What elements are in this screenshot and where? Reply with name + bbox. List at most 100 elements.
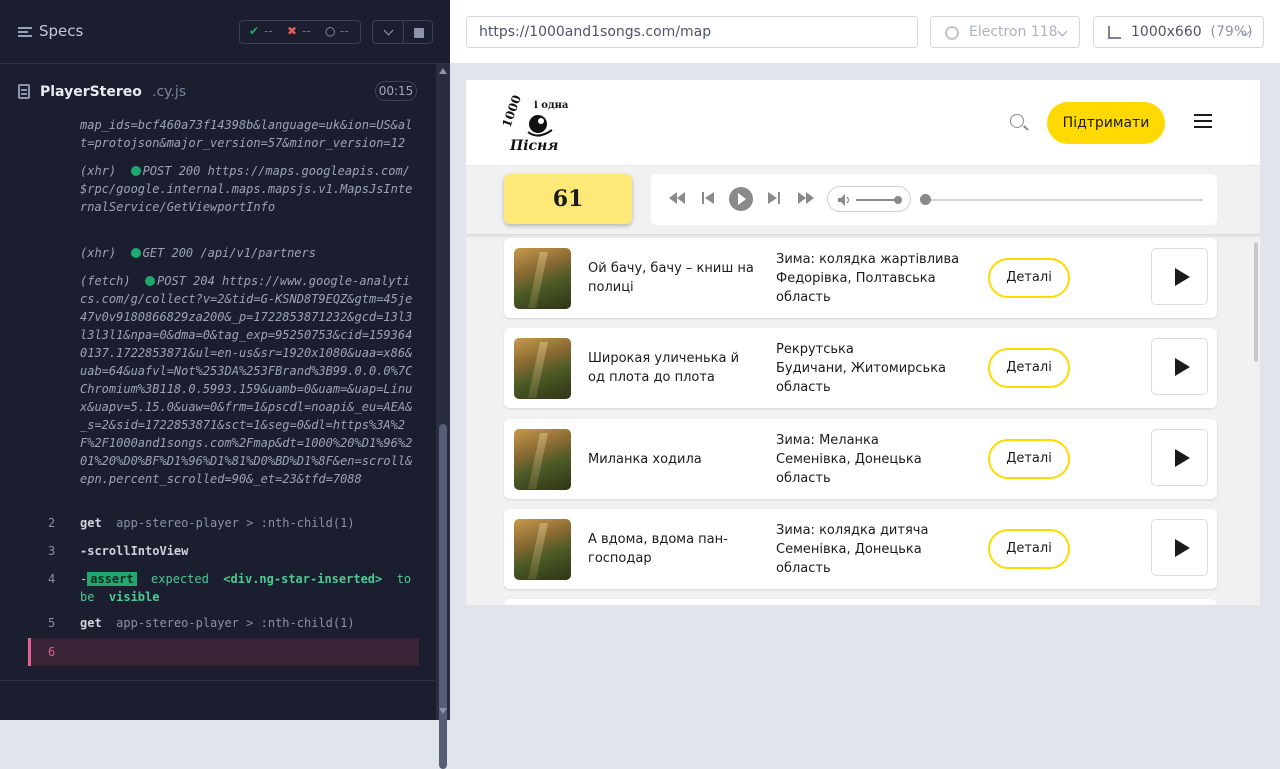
command-text: get app-stereo-player > :nth-child(1)	[80, 614, 355, 632]
details-button[interactable]: Деталі	[988, 529, 1070, 569]
app-scrollbar[interactable]	[1254, 242, 1258, 362]
browser-name: Electron 118	[969, 24, 1058, 40]
runner-panel: Specs ✔ -- ✖ -- ○ -- PlayerStereo .cy.js…	[0, 0, 450, 769]
command-selector: app-stereo-player > :nth-child(1)	[116, 616, 355, 630]
assert-word: be	[80, 590, 95, 604]
log-scrollbar[interactable]	[436, 64, 450, 769]
spec-file-ext: .cy.js	[152, 84, 187, 100]
volume-slider[interactable]	[856, 199, 898, 201]
passed-icon: ✔	[249, 24, 260, 38]
chevron-down-icon	[1057, 26, 1068, 37]
details-button[interactable]: Деталі	[988, 348, 1070, 388]
assert-subject: <div.ng-star-inserted>	[223, 572, 383, 586]
previous-icon[interactable]	[701, 191, 715, 205]
browser-selector[interactable]: Electron 118	[930, 16, 1080, 48]
song-thumbnail	[514, 248, 571, 309]
command-row[interactable]: 2 get app-stereo-player > :nth-child(1)	[0, 510, 435, 536]
details-button[interactable]: Деталі	[988, 258, 1070, 298]
assert-word: to	[396, 572, 412, 586]
menu-icon[interactable]	[1194, 114, 1212, 128]
spec-file-name: PlayerStereo	[40, 84, 142, 100]
song-place: Семенівка, Донецька область	[776, 451, 922, 486]
song-genre: Зима: колядка жартівлива	[776, 251, 960, 267]
specs-title[interactable]: Specs	[39, 22, 83, 40]
aut-toolbar: https://1000and1songs.com/map Electron 1…	[450, 0, 1280, 64]
assert-text: - assert expected <div.ng-star-inserted> …	[80, 570, 416, 606]
song-meta: Рекрутська Будичани, Житомирська область	[776, 328, 972, 408]
song-row: Широкая уличенька й од плота до плота Ре…	[504, 328, 1217, 408]
scroll-up-icon[interactable]	[439, 68, 447, 74]
song-row: Миланка ходила Зима: Меланка Семенівка, …	[504, 419, 1217, 499]
command-number: 5	[48, 616, 56, 630]
rewind-icon[interactable]	[668, 191, 686, 205]
scrollbar-thumb[interactable]	[439, 424, 447, 769]
svg-text:Пісня: Пісня	[509, 138, 558, 154]
command-number: 4	[48, 572, 56, 586]
volume-control[interactable]	[827, 186, 911, 212]
song-title: Ой бачу, бачу – книш на полиці	[588, 261, 754, 295]
song-play-button[interactable]	[1151, 429, 1208, 486]
log-line[interactable]: (xhr) POST 200 https://maps.googleapis.c…	[80, 162, 416, 234]
song-place: Семенівка, Донецька область	[776, 541, 922, 576]
command-selector: app-stereo-player > :nth-child(1)	[116, 516, 355, 530]
progress-knob[interactable]	[920, 194, 931, 205]
assert-word: expected	[151, 572, 209, 586]
file-icon	[18, 84, 30, 99]
song-genre: Зима: колядка дитяча	[776, 522, 929, 538]
failed-count: --	[302, 24, 311, 38]
scroll-down-icon[interactable]	[439, 708, 447, 714]
ruler-icon	[1108, 26, 1121, 39]
electron-icon	[945, 26, 959, 40]
play-button[interactable]	[729, 187, 753, 211]
song-meta: Зима: колядка дитяча Семенівка, Донецька…	[776, 509, 972, 589]
fast-forward-icon[interactable]	[797, 191, 815, 205]
volume-icon[interactable]	[837, 193, 851, 207]
command-number: 3	[48, 544, 56, 558]
command-row[interactable]: 4 - assert expected <div.ng-star-inserted…	[0, 566, 435, 606]
song-play-button[interactable]	[1151, 248, 1208, 305]
song-row: А вдома, вдома пан-господар Зима: колядк…	[504, 509, 1217, 589]
chevron-down-icon[interactable]	[372, 20, 404, 44]
command-row[interactable]: 5 get app-stereo-player > :nth-child(1)	[0, 610, 435, 636]
progress-bar[interactable]	[925, 199, 1203, 201]
failed-icon: ✖	[287, 24, 298, 38]
specs-list-icon[interactable]	[18, 25, 32, 39]
song-row	[504, 599, 1217, 605]
support-button[interactable]: Підтримати	[1047, 102, 1165, 144]
song-row: Ой бачу, бачу – книш на полиці Зима: кол…	[504, 238, 1217, 318]
svg-text:1000: 1000	[502, 94, 524, 129]
song-meta: Зима: колядка жартівлива Федорівка, Полт…	[776, 238, 972, 318]
log-line[interactable]: (fetch) POST 204 https://www.google-anal…	[80, 272, 416, 506]
log-line[interactable]: (xhr) GET 200 /api/v1/partners	[80, 244, 416, 262]
song-title: Миланка ходила	[588, 451, 702, 467]
details-button[interactable]: Деталі	[988, 439, 1070, 479]
status-dot-icon	[130, 166, 141, 176]
command-log: map_ids=bcf460a73f14398b&language=uk&ion…	[0, 116, 435, 680]
song-play-button[interactable]	[1151, 338, 1208, 395]
play-icon	[1175, 539, 1190, 557]
song-genre: Рекрутська	[776, 341, 854, 357]
status-dot-icon	[145, 276, 156, 286]
volume-knob[interactable]	[894, 196, 902, 204]
song-counter: 61	[504, 174, 632, 224]
stop-button[interactable]	[403, 20, 433, 44]
log-line[interactable]: map_ids=bcf460a73f14398b&language=uk&ion…	[80, 116, 416, 152]
specs-header: Specs ✔ -- ✖ -- ○ --	[0, 0, 450, 64]
play-icon	[738, 193, 746, 205]
viewport-selector[interactable]: 1000x660 (79%)	[1093, 16, 1264, 48]
command-number: 2	[48, 516, 56, 530]
test-stats: ✔ -- ✖ -- ○ --	[239, 20, 361, 44]
song-title: А вдома, вдома пан-господар	[588, 532, 728, 566]
song-place: Федорівка, Полтавська область	[776, 270, 936, 305]
search-icon[interactable]	[1010, 114, 1024, 128]
song-thumbnail	[514, 429, 571, 490]
svg-text:і одна: і одна	[534, 100, 569, 111]
active-command-line[interactable]: 6	[28, 638, 419, 666]
command-row[interactable]: 3 -scrollIntoView	[0, 538, 435, 564]
song-thumbnail	[514, 338, 571, 399]
url-bar[interactable]: https://1000and1songs.com/map	[466, 16, 918, 48]
next-icon[interactable]	[767, 191, 781, 205]
song-play-button[interactable]	[1151, 519, 1208, 576]
site-logo[interactable]: 1000 і одна Пісня	[499, 93, 572, 154]
song-genre: Зима: Меланка	[776, 432, 879, 448]
